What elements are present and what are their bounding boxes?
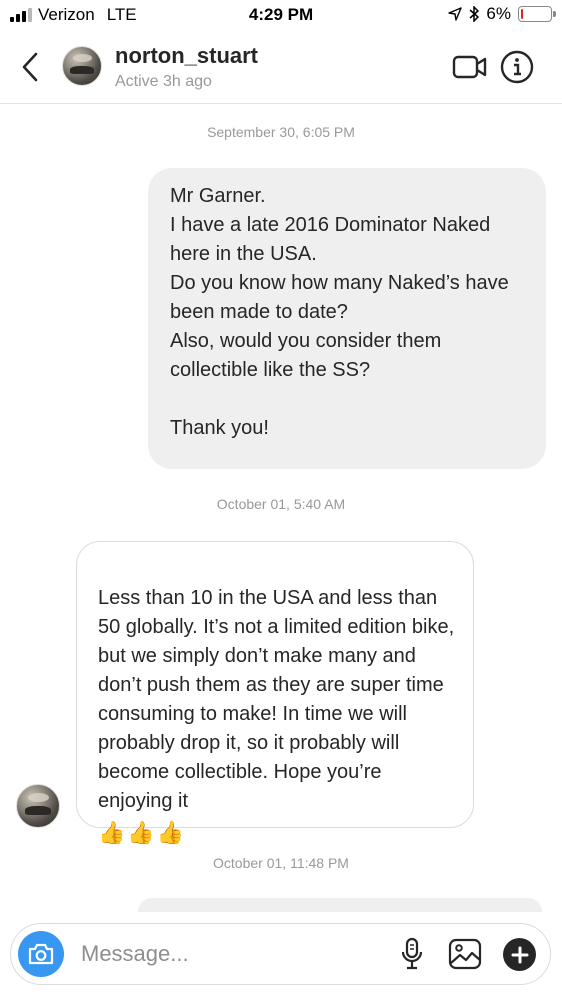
info-button[interactable] xyxy=(500,50,534,84)
status-bar: Verizon LTE 4:29 PM 6% xyxy=(0,0,562,30)
message-input[interactable] xyxy=(81,934,381,974)
outgoing-message[interactable]: Mr Garner. I have a late 2016 Dominator … xyxy=(148,168,546,469)
message-composer xyxy=(10,923,551,985)
plus-icon xyxy=(511,946,528,963)
thumbs-up-emoji: 👍👍👍 xyxy=(98,820,187,845)
timestamp: October 01, 5:40 AM xyxy=(216,496,346,512)
status-right: 6% xyxy=(448,4,556,24)
chevron-left-icon xyxy=(22,52,38,82)
battery-percent: 6% xyxy=(486,4,511,23)
outgoing-message-partial[interactable] xyxy=(138,898,542,912)
battery-level xyxy=(521,9,523,19)
location-arrow-icon xyxy=(448,7,463,21)
more-options-button[interactable] xyxy=(503,938,536,971)
chat-header: norton_stuart Active 3h ago xyxy=(0,30,562,104)
back-button[interactable] xyxy=(16,50,46,84)
incoming-message-text: Less than 10 in the USA and less than 50… xyxy=(98,587,455,812)
bluetooth-icon xyxy=(469,6,480,22)
camera-button[interactable] xyxy=(18,931,64,977)
gallery-icon xyxy=(448,938,482,970)
active-status: Active 3h ago xyxy=(115,73,212,90)
gallery-button[interactable] xyxy=(448,938,482,970)
sender-avatar[interactable] xyxy=(16,784,60,828)
timestamp: September 30, 6:05 PM xyxy=(207,124,355,140)
video-call-button[interactable] xyxy=(452,52,488,82)
timestamp: October 01, 11:48 PM xyxy=(213,855,349,871)
microphone-icon xyxy=(401,937,423,970)
camera-icon xyxy=(28,943,54,965)
info-icon xyxy=(500,50,534,84)
battery-icon xyxy=(518,6,556,22)
header-avatar[interactable] xyxy=(62,46,102,86)
incoming-message[interactable]: Less than 10 in the USA and less than 50… xyxy=(76,541,474,845)
video-camera-icon xyxy=(452,55,487,79)
voice-message-button[interactable] xyxy=(399,937,425,971)
chat-username[interactable]: norton_stuart xyxy=(115,43,258,69)
